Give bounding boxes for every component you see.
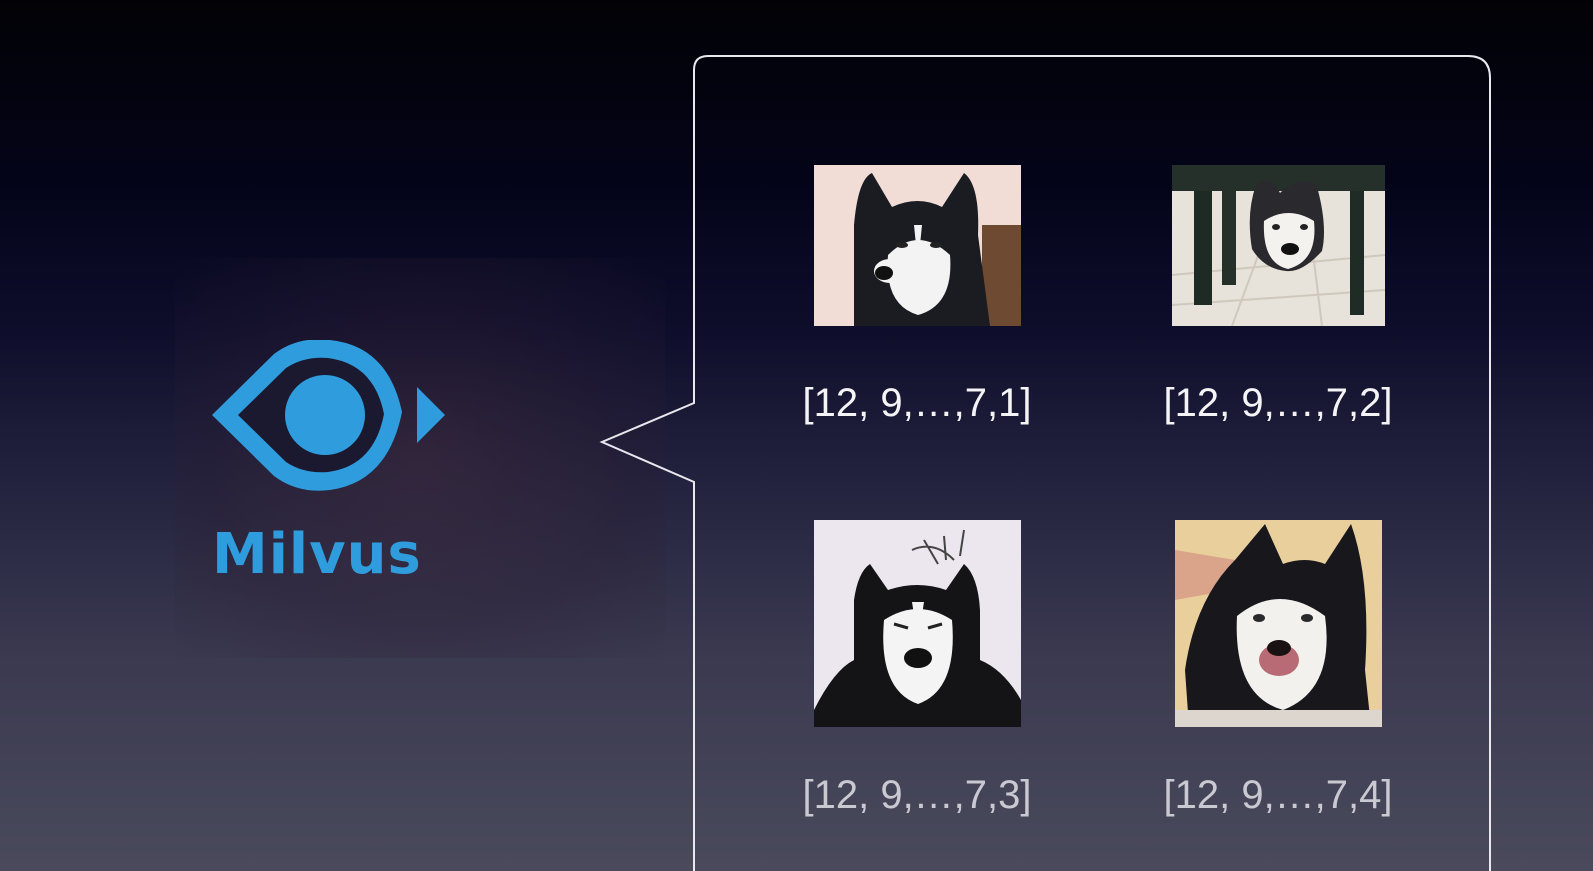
dog-photo-1 (814, 165, 1021, 326)
vector-label-1: [12, 9,…,7,1] (802, 381, 1032, 425)
dog-photo-3 (814, 520, 1021, 727)
vector-label-2: [12, 9,…,7,2] (1163, 381, 1393, 425)
dog-photo-4 (1175, 520, 1382, 727)
callout-bubble (599, 55, 1491, 871)
vector-label-3: [12, 9,…,7,3] (802, 773, 1032, 817)
vector-label-4: [12, 9,…,7,4] (1163, 773, 1393, 817)
dog-photo-2 (1172, 165, 1385, 326)
